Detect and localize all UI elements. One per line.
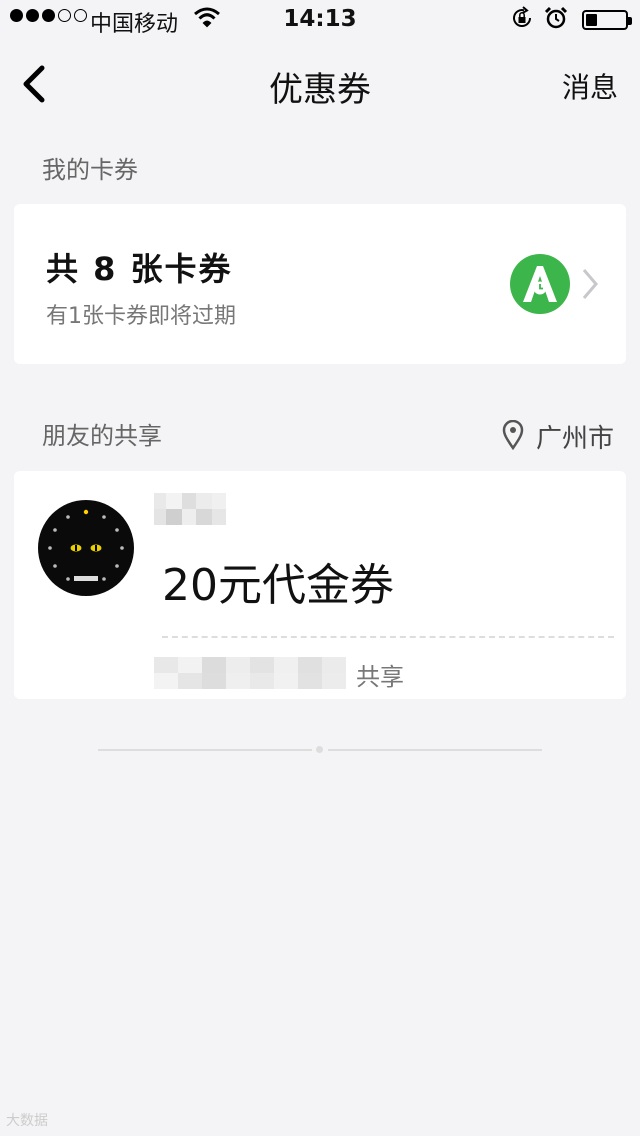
end-of-list-dot bbox=[316, 746, 323, 753]
watermark: 大数据 bbox=[6, 1113, 48, 1129]
alarm-icon bbox=[544, 6, 568, 34]
dashed-divider bbox=[162, 636, 614, 638]
end-of-list-line-right bbox=[328, 749, 542, 751]
location-pin-icon bbox=[502, 419, 524, 454]
my-cards-section-label: 我的卡券 bbox=[42, 156, 138, 184]
page-title: 优惠券 bbox=[269, 70, 371, 110]
blurred-sharer-name bbox=[154, 493, 226, 525]
rotation-lock-icon bbox=[510, 6, 534, 34]
expiring-notice: 有1张卡券即将过期 bbox=[46, 304, 236, 329]
end-of-list-line-left bbox=[98, 749, 312, 751]
status-bar: 中国移动 14:13 bbox=[0, 0, 640, 40]
my-cards-card[interactable]: 共 8 张卡券 有1张卡券即将过期 bbox=[14, 204, 626, 364]
blurred-sharer-info bbox=[154, 657, 346, 689]
location-label: 广州市 bbox=[535, 424, 614, 454]
coupon-title: 20元代金券 bbox=[162, 560, 394, 611]
shared-coupon-card[interactable]: 20元代金券 共享 bbox=[14, 471, 626, 699]
share-label: 共享 bbox=[356, 663, 404, 691]
messages-button[interactable]: 消息 bbox=[562, 66, 618, 106]
location-selector[interactable]: 广州市 bbox=[502, 418, 614, 455]
card-package-logo-icon bbox=[510, 254, 570, 314]
navigation-bar: 优惠券 消息 bbox=[0, 40, 640, 130]
friends-share-section-label: 朋友的共享 bbox=[42, 422, 162, 450]
avatar bbox=[38, 500, 134, 596]
chevron-right-icon bbox=[580, 266, 600, 302]
battery-icon bbox=[582, 10, 632, 30]
card-count-text: 共 8 张卡券 bbox=[46, 250, 233, 288]
